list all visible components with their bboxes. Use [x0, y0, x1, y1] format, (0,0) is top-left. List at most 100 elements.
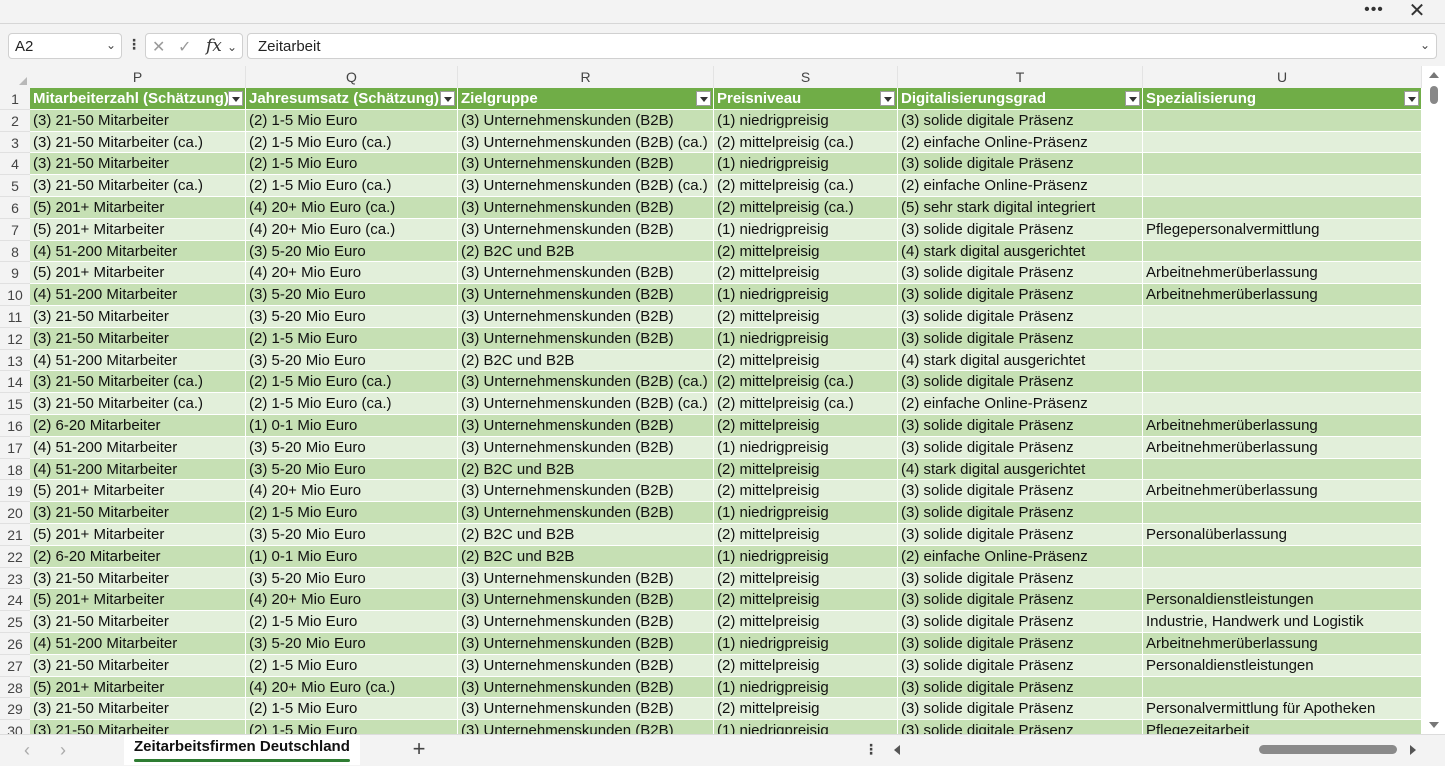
- table-cell[interactable]: (3) Unternehmenskunden (B2B): [458, 327, 714, 350]
- table-cell[interactable]: (3) Unternehmenskunden (B2B): [458, 109, 714, 132]
- table-cell[interactable]: (4) 51-200 Mitarbeiter: [30, 240, 246, 263]
- table-cell[interactable]: (4) stark digital ausgerichtet: [898, 458, 1143, 481]
- insert-function-icon[interactable]: fx: [206, 36, 222, 56]
- table-cell[interactable]: (2) einfache Online-Präsenz: [898, 175, 1143, 197]
- table-cell[interactable]: (5) 201+ Mitarbeiter: [30, 524, 246, 546]
- filter-dropdown-icon[interactable]: [1125, 91, 1140, 106]
- table-cell[interactable]: (3) Unternehmenskunden (B2B): [458, 480, 714, 503]
- table-cell[interactable]: (2) mittelpreisig: [714, 415, 898, 437]
- table-cell[interactable]: [1143, 393, 1422, 415]
- prev-sheet-icon[interactable]: ‹: [24, 740, 30, 761]
- name-box[interactable]: A2 ⌄: [8, 33, 122, 59]
- table-cell[interactable]: (3) solide digitale Präsenz: [898, 436, 1143, 459]
- table-cell[interactable]: (3) solide digitale Präsenz: [898, 611, 1143, 633]
- table-cell[interactable]: (1) niedrigpreisig: [714, 545, 898, 568]
- table-cell[interactable]: (1) niedrigpreisig: [714, 633, 898, 655]
- table-cell[interactable]: [1143, 175, 1422, 197]
- table-cell[interactable]: (2) 1-5 Mio Euro: [246, 720, 458, 734]
- table-cell[interactable]: (3) 5-20 Mio Euro: [246, 458, 458, 481]
- table-cell[interactable]: (2) 1-5 Mio Euro: [246, 654, 458, 677]
- column-header[interactable]: S: [714, 66, 898, 88]
- row-number[interactable]: 24: [0, 589, 30, 612]
- table-cell[interactable]: (3) Unternehmenskunden (B2B): [458, 654, 714, 677]
- table-cell[interactable]: (3) Unternehmenskunden (B2B) (ca.): [458, 175, 714, 197]
- table-cell[interactable]: Arbeitnehmerüberlassung: [1143, 415, 1422, 437]
- row-number[interactable]: 9: [0, 262, 30, 285]
- table-cell[interactable]: (2) B2C und B2B: [458, 524, 714, 546]
- table-cell[interactable]: (1) niedrigpreisig: [714, 720, 898, 734]
- cancel-icon[interactable]: ✕: [152, 37, 165, 57]
- chevron-down-icon[interactable]: ⌄: [106, 38, 116, 52]
- vertical-scroll-thumb[interactable]: [1430, 86, 1438, 104]
- filter-dropdown-icon[interactable]: [440, 91, 455, 106]
- row-number[interactable]: 25: [0, 611, 30, 633]
- confirm-icon[interactable]: ✓: [178, 37, 191, 57]
- table-cell[interactable]: [1143, 240, 1422, 263]
- table-cell[interactable]: (3) 5-20 Mio Euro: [246, 524, 458, 546]
- table-cell[interactable]: (2) 1-5 Mio Euro: [246, 153, 458, 176]
- table-cell[interactable]: Pflegezeitarbeit: [1143, 720, 1422, 734]
- row-number[interactable]: 1: [0, 88, 30, 110]
- table-cell[interactable]: Arbeitnehmerüberlassung: [1143, 633, 1422, 655]
- table-cell[interactable]: (3) solide digitale Präsenz: [898, 109, 1143, 132]
- expand-formula-icon[interactable]: ⌄: [1420, 38, 1430, 52]
- table-cell[interactable]: (2) mittelpreisig: [714, 589, 898, 612]
- row-number[interactable]: 26: [0, 633, 30, 655]
- table-cell[interactable]: (3) 21-50 Mitarbeiter: [30, 502, 246, 524]
- table-cell[interactable]: (3) 5-20 Mio Euro: [246, 436, 458, 459]
- table-cell[interactable]: (2) einfache Online-Präsenz: [898, 393, 1143, 415]
- table-cell[interactable]: (2) mittelpreisig (ca.): [714, 371, 898, 394]
- table-cell[interactable]: [1143, 131, 1422, 154]
- table-cell[interactable]: (5) 201+ Mitarbeiter: [30, 589, 246, 612]
- table-cell[interactable]: (1) 0-1 Mio Euro: [246, 545, 458, 568]
- table-cell[interactable]: [1143, 567, 1422, 590]
- column-header[interactable]: Q: [246, 66, 458, 88]
- table-cell[interactable]: (3) solide digitale Präsenz: [898, 654, 1143, 677]
- table-cell[interactable]: Arbeitnehmerüberlassung: [1143, 262, 1422, 285]
- table-cell[interactable]: (3) solide digitale Präsenz: [898, 153, 1143, 176]
- table-cell[interactable]: (2) 1-5 Mio Euro (ca.): [246, 175, 458, 197]
- table-cell[interactable]: (3) solide digitale Präsenz: [898, 720, 1143, 734]
- table-cell[interactable]: (1) niedrigpreisig: [714, 153, 898, 176]
- row-number[interactable]: 2: [0, 109, 30, 132]
- filter-dropdown-icon[interactable]: [1404, 91, 1419, 106]
- vertical-dots-icon[interactable]: ⋮: [864, 741, 878, 758]
- row-number[interactable]: 3: [0, 131, 30, 154]
- table-cell[interactable]: (3) 5-20 Mio Euro: [246, 633, 458, 655]
- table-cell[interactable]: (3) 21-50 Mitarbeiter (ca.): [30, 393, 246, 415]
- table-cell[interactable]: (3) solide digitale Präsenz: [898, 676, 1143, 699]
- table-cell[interactable]: (4) 51-200 Mitarbeiter: [30, 284, 246, 306]
- table-cell[interactable]: (3) 21-50 Mitarbeiter (ca.): [30, 175, 246, 197]
- table-cell[interactable]: Industrie, Handwerk und Logistik: [1143, 611, 1422, 633]
- table-cell[interactable]: (3) 21-50 Mitarbeiter: [30, 327, 246, 350]
- row-number[interactable]: 8: [0, 240, 30, 263]
- table-cell[interactable]: (2) mittelpreisig (ca.): [714, 393, 898, 415]
- table-cell[interactable]: [1143, 306, 1422, 328]
- row-number[interactable]: 11: [0, 306, 30, 328]
- row-number[interactable]: 15: [0, 393, 30, 415]
- table-cell[interactable]: (2) mittelpreisig (ca.): [714, 197, 898, 219]
- table-cell[interactable]: (2) mittelpreisig: [714, 698, 898, 721]
- chevron-down-icon[interactable]: ⌄: [227, 40, 237, 54]
- header-cell[interactable]: Mitarbeiterzahl (Schätzung): [30, 88, 246, 110]
- table-cell[interactable]: (2) B2C und B2B: [458, 458, 714, 481]
- table-cell[interactable]: (2) mittelpreisig: [714, 611, 898, 633]
- row-number[interactable]: 27: [0, 654, 30, 677]
- table-cell[interactable]: (3) 21-50 Mitarbeiter: [30, 306, 246, 328]
- scroll-left-icon[interactable]: [894, 745, 900, 755]
- table-cell[interactable]: (3) 21-50 Mitarbeiter: [30, 109, 246, 132]
- table-cell[interactable]: (3) Unternehmenskunden (B2B): [458, 262, 714, 285]
- table-cell[interactable]: Arbeitnehmerüberlassung: [1143, 480, 1422, 503]
- table-cell[interactable]: (3) Unternehmenskunden (B2B): [458, 153, 714, 176]
- table-cell[interactable]: (4) stark digital ausgerichtet: [898, 240, 1143, 263]
- table-cell[interactable]: (5) 201+ Mitarbeiter: [30, 218, 246, 241]
- table-cell[interactable]: (3) Unternehmenskunden (B2B) (ca.): [458, 371, 714, 394]
- table-cell[interactable]: (1) niedrigpreisig: [714, 284, 898, 306]
- row-number[interactable]: 12: [0, 327, 30, 350]
- table-cell[interactable]: (3) solide digitale Präsenz: [898, 371, 1143, 394]
- table-cell[interactable]: (3) Unternehmenskunden (B2B): [458, 436, 714, 459]
- table-cell[interactable]: (3) 21-50 Mitarbeiter: [30, 698, 246, 721]
- table-cell[interactable]: (3) solide digitale Präsenz: [898, 524, 1143, 546]
- table-cell[interactable]: (4) 20+ Mio Euro: [246, 480, 458, 503]
- table-cell[interactable]: (2) B2C und B2B: [458, 240, 714, 263]
